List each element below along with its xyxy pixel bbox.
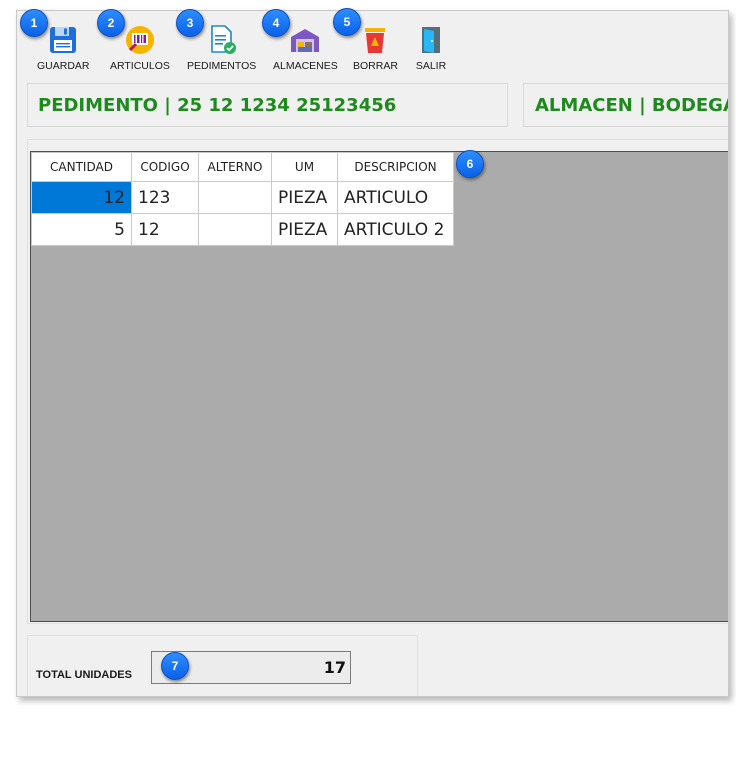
borrar-label: BORRAR <box>353 60 398 72</box>
callout-badge: 7 <box>161 652 189 680</box>
callout-badge: 5 <box>333 8 361 36</box>
borrar-button[interactable]: BORRAR <box>353 24 398 84</box>
table-header-row: CANTIDAD CODIGO ALTERNO UM DESCRIPCION <box>31 152 454 182</box>
cell-codigo[interactable]: 123 <box>131 181 199 214</box>
callout-badge: 1 <box>20 9 48 37</box>
total-unidades-label: TOTAL UNIDADES <box>36 669 132 681</box>
cell-um[interactable]: PIEZA <box>271 213 338 246</box>
app-window: GUARDAR ARTICULOS PEDIMENTOS ALMACENES B… <box>16 10 729 697</box>
callout-badge: 2 <box>97 9 125 37</box>
almacen-text: ALMACEN | BODEGA <box>535 95 729 116</box>
cell-alterno[interactable] <box>198 213 272 246</box>
cell-alterno[interactable] <box>198 181 272 214</box>
items-table: CANTIDAD CODIGO ALTERNO UM DESCRIPCION 1… <box>31 152 454 246</box>
guardar-label: GUARDAR <box>37 60 90 72</box>
column-header-cantidad[interactable]: CANTIDAD <box>31 152 132 182</box>
column-header-um[interactable]: UM <box>271 152 338 182</box>
document-check-icon <box>210 25 236 54</box>
articulos-label: ARTICULOS <box>110 60 170 72</box>
pedimento-panel: PEDIMENTO | 25 12 1234 25123456 <box>27 83 508 127</box>
floppy-disk-icon <box>50 27 77 53</box>
salir-button[interactable]: SALIR <box>415 24 447 84</box>
column-header-codigo[interactable]: CODIGO <box>131 152 199 182</box>
almacenes-label: ALMACENES <box>273 60 338 72</box>
callout-badge: 3 <box>176 9 204 37</box>
cell-cantidad[interactable]: 5 <box>31 213 132 246</box>
trash-icon <box>365 28 386 53</box>
pedimento-text: PEDIMENTO | 25 12 1234 25123456 <box>38 95 397 116</box>
exit-door-icon <box>422 27 440 53</box>
callout-badge: 6 <box>456 150 484 178</box>
callout-badge: 4 <box>262 9 290 37</box>
salir-label: SALIR <box>415 60 447 72</box>
almacen-panel: ALMACEN | BODEGA <box>523 83 729 127</box>
cell-codigo[interactable]: 12 <box>131 213 199 246</box>
pedimentos-label: PEDIMENTOS <box>187 60 257 72</box>
table-row[interactable]: 12 123 PIEZA ARTICULO <box>31 181 454 214</box>
column-header-alterno[interactable]: ALTERNO <box>198 152 272 182</box>
barcode-icon <box>125 26 154 54</box>
guardar-button[interactable]: GUARDAR <box>37 24 90 84</box>
items-grid[interactable]: CANTIDAD CODIGO ALTERNO UM DESCRIPCION 1… <box>30 151 728 622</box>
total-unidades-value: 17 <box>323 658 346 677</box>
cell-descripcion[interactable]: ARTICULO <box>337 181 454 214</box>
warehouse-icon <box>291 29 320 52</box>
table-row[interactable]: 5 12 PIEZA ARTICULO 2 <box>31 213 454 246</box>
cell-um[interactable]: PIEZA <box>271 181 338 214</box>
cell-cantidad[interactable]: 12 <box>31 181 132 214</box>
cell-descripcion[interactable]: ARTICULO 2 <box>337 213 454 246</box>
column-header-descripcion[interactable]: DESCRIPCION <box>337 152 454 182</box>
